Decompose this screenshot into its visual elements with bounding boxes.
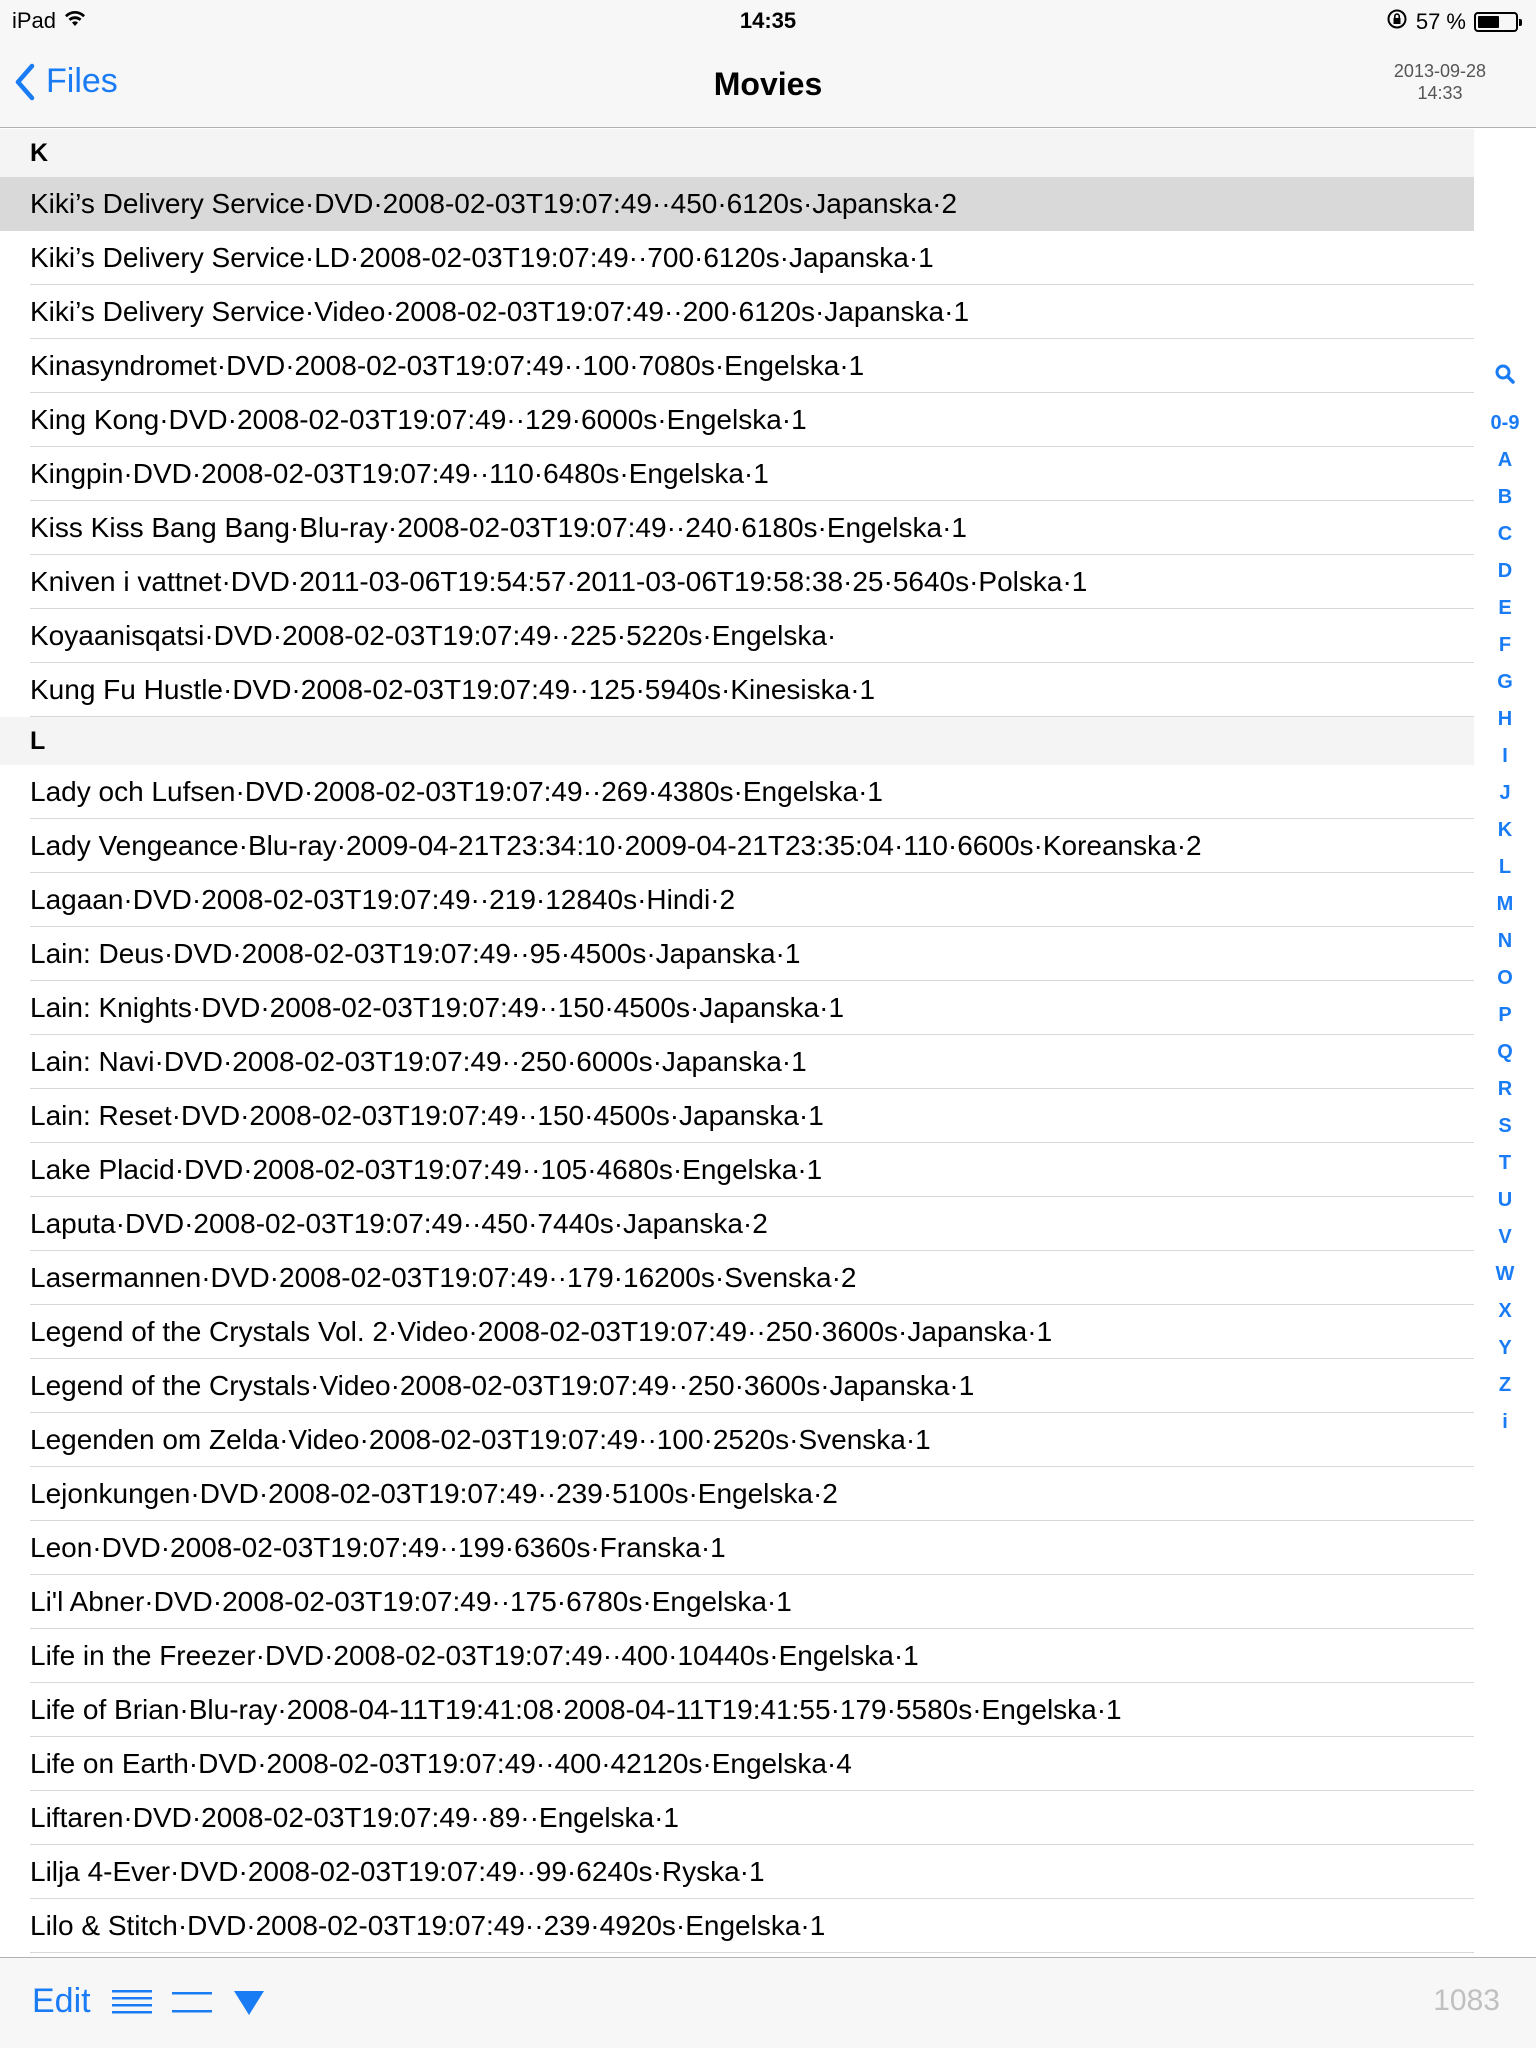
- navigation-bar: Files Movies 2013-09-28 14:33: [0, 40, 1536, 128]
- movie-row[interactable]: Lasermannen·DVD·2008-02-03T19:07:49··179…: [0, 1251, 1474, 1305]
- movie-row[interactable]: Kingpin·DVD·2008-02-03T19:07:49··110·648…: [0, 447, 1474, 501]
- movie-row[interactable]: Legenden om Zelda·Video·2008-02-03T19:07…: [0, 1413, 1474, 1467]
- movie-row[interactable]: Lain: Knights·DVD·2008-02-03T19:07:49··1…: [0, 981, 1474, 1035]
- movie-row[interactable]: Lain: Deus·DVD·2008-02-03T19:07:49··95·4…: [0, 927, 1474, 981]
- movie-row[interactable]: King Kong·DVD·2008-02-03T19:07:49··129·6…: [0, 393, 1474, 447]
- index-item[interactable]: 0-9: [1474, 411, 1536, 435]
- sort-filter-triangle-icon[interactable]: [232, 1988, 266, 2023]
- movie-row[interactable]: Kiki’s Delivery Service·DVD·2008-02-03T1…: [0, 177, 1474, 231]
- movie-list[interactable]: K Kiki’s Delivery Service·DVD·2008-02-03T…: [0, 129, 1474, 1957]
- section-header: K: [0, 129, 1474, 177]
- rotation-lock-icon: [1386, 8, 1408, 36]
- index-search-icon[interactable]: [1474, 364, 1536, 390]
- index-item[interactable]: P: [1474, 1003, 1536, 1027]
- index-item[interactable]: T: [1474, 1151, 1536, 1175]
- section-header: L: [0, 717, 1474, 765]
- index-item[interactable]: F: [1474, 633, 1536, 657]
- status-time: 14:35: [739, 8, 797, 33]
- item-count: 1083: [1433, 1984, 1500, 2017]
- movie-row[interactable]: Lady och Lufsen·DVD·2008-02-03T19:07:49·…: [0, 765, 1474, 819]
- index-item[interactable]: B: [1474, 485, 1536, 509]
- index-item[interactable]: H: [1474, 707, 1536, 731]
- index-item[interactable]: i: [1474, 1410, 1536, 1434]
- index-item[interactable]: Q: [1474, 1040, 1536, 1064]
- movie-row[interactable]: Kiki’s Delivery Service·LD·2008-02-03T19…: [0, 231, 1474, 285]
- sync-time: 14:33: [1417, 83, 1463, 103]
- compact-list-view-icon[interactable]: [170, 1988, 214, 2023]
- status-bar: iPad 14:35 57 %: [0, 0, 1536, 40]
- movie-row[interactable]: Laputa·DVD·2008-02-03T19:07:49··450·7440…: [0, 1197, 1474, 1251]
- movie-row[interactable]: Kiss Kiss Bang Bang·Blu-ray·2008-02-03T1…: [0, 501, 1474, 555]
- index-item[interactable]: O: [1474, 966, 1536, 990]
- index-item[interactable]: R: [1474, 1077, 1536, 1101]
- movie-row[interactable]: Legend of the Crystals Vol. 2·Video·2008…: [0, 1305, 1474, 1359]
- index-item[interactable]: Y: [1474, 1336, 1536, 1360]
- page-title: Movies: [713, 66, 823, 102]
- index-item[interactable]: A: [1474, 448, 1536, 472]
- index-item[interactable]: L: [1474, 855, 1536, 879]
- sync-date: 2013-09-28: [1393, 61, 1486, 81]
- movie-row[interactable]: Lagaan·DVD·2008-02-03T19:07:49··219·1284…: [0, 873, 1474, 927]
- movie-row[interactable]: Lilja 4-Ever·DVD·2008-02-03T19:07:49··99…: [0, 1845, 1474, 1899]
- edit-button[interactable]: Edit: [32, 1982, 91, 2021]
- movie-row[interactable]: Liftaren·DVD·2008-02-03T19:07:49··89··En…: [0, 1791, 1474, 1845]
- battery-icon: [1474, 12, 1522, 32]
- movie-row[interactable]: Lilo & Stitch·DVD·2008-02-03T19:07:49··2…: [0, 1899, 1474, 1953]
- movie-row[interactable]: Lady Vengeance·Blu-ray·2009-04-21T23:34:…: [0, 819, 1474, 873]
- status-right: 57 %: [1386, 8, 1522, 36]
- movie-row[interactable]: Life on Earth·DVD·2008-02-03T19:07:49··4…: [0, 1737, 1474, 1791]
- movie-row[interactable]: Life in the Freezer·DVD·2008-02-03T19:07…: [0, 1629, 1474, 1683]
- movie-row[interactable]: Kiki’s Delivery Service·Video·2008-02-03…: [0, 285, 1474, 339]
- movie-row[interactable]: Koyaanisqatsi·DVD·2008-02-03T19:07:49··2…: [0, 609, 1474, 663]
- bottom-toolbar: Edit 1083: [0, 1957, 1536, 2048]
- index-item[interactable]: I: [1474, 744, 1536, 768]
- index-item[interactable]: W: [1474, 1262, 1536, 1286]
- movie-row[interactable]: Lake Placid·DVD·2008-02-03T19:07:49··105…: [0, 1143, 1474, 1197]
- battery-percent: 57 %: [1415, 9, 1466, 34]
- movie-row[interactable]: Kniven i vattnet·DVD·2011-03-06T19:54:57…: [0, 555, 1474, 609]
- index-item[interactable]: D: [1474, 559, 1536, 583]
- detailed-list-view-icon[interactable]: [110, 1988, 154, 2023]
- movie-row[interactable]: Leon·DVD·2008-02-03T19:07:49··199·6360s·…: [0, 1521, 1474, 1575]
- battery-fill: [1478, 16, 1499, 28]
- sync-timestamp: 2013-09-28 14:33: [1394, 60, 1486, 104]
- index-item[interactable]: G: [1474, 670, 1536, 694]
- index-item[interactable]: M: [1474, 892, 1536, 916]
- index-item[interactable]: K: [1474, 818, 1536, 842]
- index-item[interactable]: V: [1474, 1225, 1536, 1249]
- movie-row[interactable]: Kinasyndromet·DVD·2008-02-03T19:07:49··1…: [0, 339, 1474, 393]
- movie-row[interactable]: Legend of the Crystals·Video·2008-02-03T…: [0, 1359, 1474, 1413]
- index-item[interactable]: C: [1474, 522, 1536, 546]
- movie-row[interactable]: Lain: Navi·DVD·2008-02-03T19:07:49··250·…: [0, 1035, 1474, 1089]
- movie-row[interactable]: Lain: Reset·DVD·2008-02-03T19:07:49··150…: [0, 1089, 1474, 1143]
- index-item[interactable]: J: [1474, 781, 1536, 805]
- movie-row[interactable]: Lejonkungen·DVD·2008-02-03T19:07:49··239…: [0, 1467, 1474, 1521]
- index-item[interactable]: S: [1474, 1114, 1536, 1138]
- index-item[interactable]: Z: [1474, 1373, 1536, 1397]
- index-item[interactable]: E: [1474, 596, 1536, 620]
- section-index[interactable]: 0-9 A B C D E F G H I J K L M N O P Q R S T U V W X Y Zi: [1474, 129, 1536, 1957]
- movie-row[interactable]: Life of Brian·Blu-ray·2008-04-11T19:41:0…: [0, 1683, 1474, 1737]
- index-item[interactable]: N: [1474, 929, 1536, 953]
- index-item[interactable]: X: [1474, 1299, 1536, 1323]
- index-item[interactable]: U: [1474, 1188, 1536, 1212]
- movie-row[interactable]: Li'l Abner·DVD·2008-02-03T19:07:49··175·…: [0, 1575, 1474, 1629]
- movie-row[interactable]: Kung Fu Hustle·DVD·2008-02-03T19:07:49··…: [0, 663, 1474, 717]
